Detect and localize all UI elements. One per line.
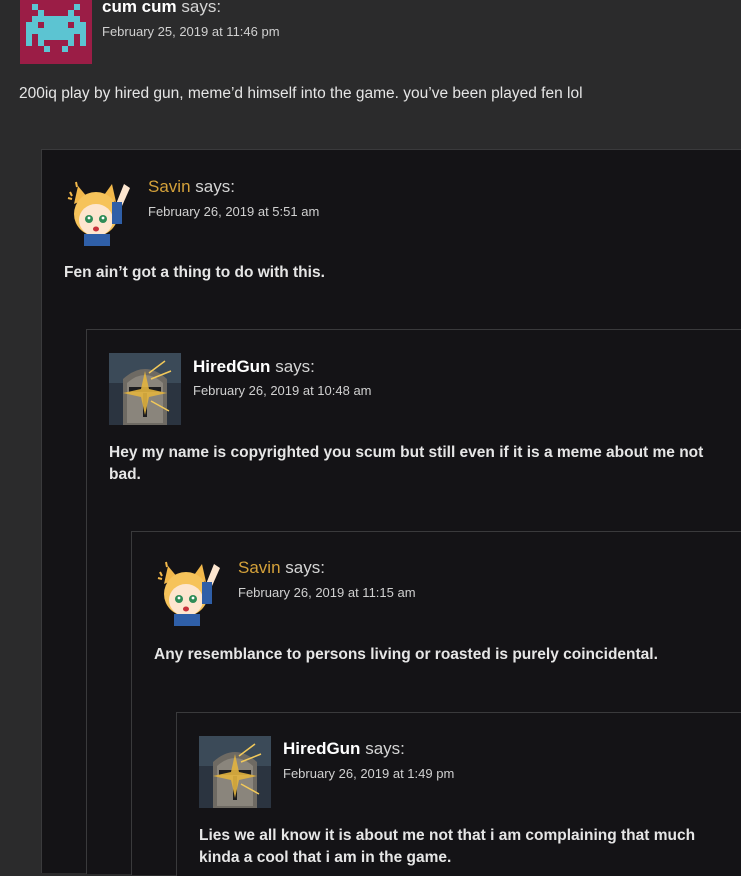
says-label: says:	[195, 177, 235, 196]
says-label: says:	[285, 558, 325, 577]
author-name[interactable]: Savin	[148, 177, 191, 196]
comment-date[interactable]: February 26, 2019 at 11:15 am	[238, 585, 416, 600]
author-name[interactable]: cum cum	[102, 0, 177, 16]
comment-author-line: HiredGun says:	[283, 739, 405, 759]
knight-helmet-avatar[interactable]	[109, 353, 181, 425]
comment-text: 200iq play by hired gun, meme’d himself …	[19, 85, 583, 102]
author-name[interactable]: Savin	[238, 558, 281, 577]
says-label: says:	[365, 739, 405, 758]
comment-date[interactable]: February 25, 2019 at 11:46 pm	[102, 24, 280, 39]
comment-text: Hey my name is copyrighted you scum but …	[109, 444, 704, 483]
reply-panel-savin-1: Savin says: February 26, 2019 at 5:51 am…	[41, 149, 741, 876]
says-label: says:	[181, 0, 222, 16]
comment-date[interactable]: February 26, 2019 at 1:49 pm	[283, 766, 454, 781]
anime-girl-avatar[interactable]	[64, 174, 136, 246]
comment-author-line: HiredGun says:	[193, 357, 315, 377]
author-name[interactable]: HiredGun	[193, 357, 270, 376]
reply-panel-hiredgun-1: HiredGun says: February 26, 2019 at 10:4…	[86, 329, 741, 876]
comment-author-line: Savin says:	[148, 177, 235, 197]
author-name[interactable]: HiredGun	[283, 739, 360, 758]
comment-cumcum: cum cum says: February 25, 2019 at 11:46…	[0, 0, 741, 150]
comment-text: Fen ain’t got a thing to do with this.	[64, 264, 325, 281]
reply-panel-hiredgun-2: HiredGun says: February 26, 2019 at 1:49…	[176, 712, 741, 876]
comment-text: Any resemblance to persons living or roa…	[154, 646, 658, 663]
comment-author-line: Savin says:	[238, 558, 325, 578]
comment-date[interactable]: February 26, 2019 at 5:51 am	[148, 204, 319, 219]
says-label: says:	[275, 357, 315, 376]
knight-helmet-avatar[interactable]	[199, 736, 271, 808]
comment-author-line: cum cum says:	[102, 0, 221, 17]
pixel-invader-avatar[interactable]	[20, 0, 92, 64]
comment-date[interactable]: February 26, 2019 at 10:48 am	[193, 383, 372, 398]
anime-girl-avatar[interactable]	[154, 554, 226, 626]
reply-panel-savin-2: Savin says: February 26, 2019 at 11:15 a…	[131, 531, 741, 876]
comment-text: Lies we all know it is about me not that…	[199, 827, 696, 866]
